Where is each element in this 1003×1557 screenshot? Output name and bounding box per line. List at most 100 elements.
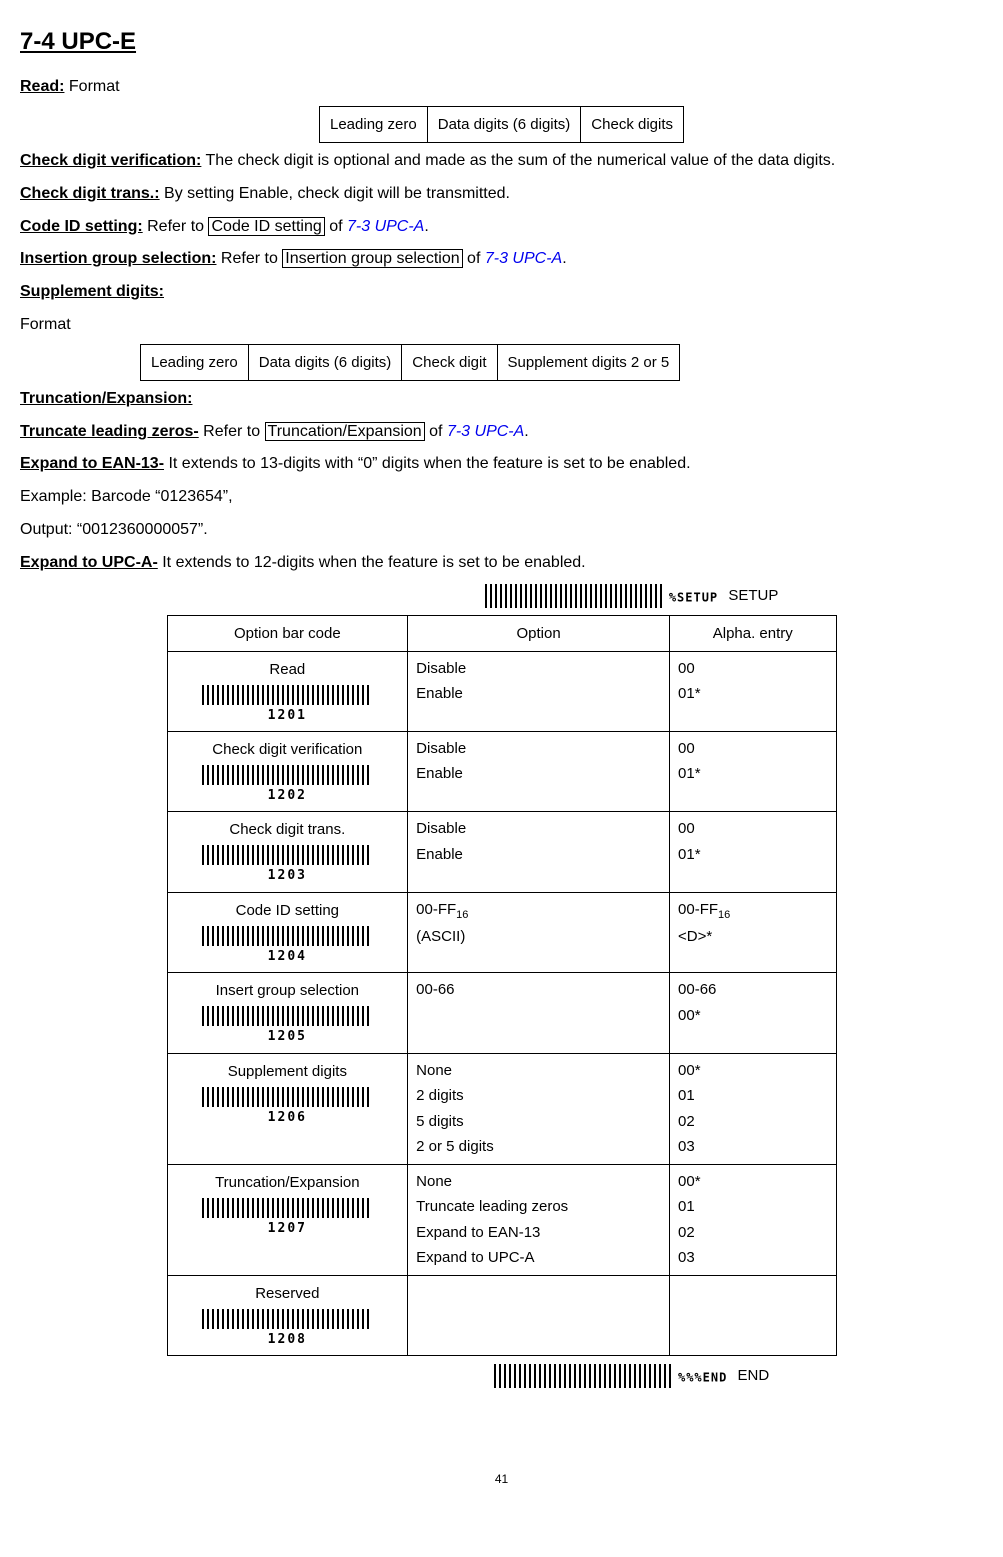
alpha-entry-cell: 0001* — [670, 812, 836, 892]
option-value: (ASCII) — [416, 924, 661, 950]
option-value: None — [416, 1169, 661, 1195]
option-value: Expand to EAN-13 — [416, 1220, 661, 1246]
barcode-icon — [202, 685, 372, 705]
option-value: Enable — [416, 681, 661, 707]
expupca-line: Expand to UPC-A- It extends to 12-digits… — [20, 549, 983, 578]
fmt1-c2: Data digits (6 digits) — [427, 106, 581, 142]
page-heading: 7-4 UPC-E — [20, 20, 983, 63]
insgrp-box: Insertion group selection — [282, 249, 462, 268]
option-value: Expand to UPC-A — [416, 1245, 661, 1271]
option-values-cell: None2 digits5 digits2 or 5 digits — [408, 1053, 670, 1164]
codeid-link[interactable]: 7-3 UPC-A — [347, 218, 424, 235]
fmt2-c4: Supplement digits 2 or 5 — [497, 344, 680, 380]
alpha-entry: 00 — [678, 656, 827, 682]
fmt2-c3: Check digit — [402, 344, 497, 380]
alpha-entry: 00* — [678, 1058, 827, 1084]
barcode-code: 1207 — [176, 1217, 400, 1240]
alpha-entry: 00-FF16 — [678, 897, 827, 925]
alpha-entry: 01* — [678, 842, 827, 868]
option-name: Read — [176, 656, 400, 683]
read-value: Format — [69, 78, 120, 95]
option-values-cell — [408, 1275, 670, 1355]
option-barcode-cell: Insert group selection1205 — [167, 973, 408, 1053]
barcode-icon — [202, 765, 372, 785]
table-row: Insert group selection120500-6600-6600* — [167, 973, 836, 1053]
alpha-entry: <D>* — [678, 924, 827, 950]
option-value: Truncate leading zeros — [416, 1194, 661, 1220]
codeid-mid: of — [325, 218, 347, 235]
fmt2-c1: Leading zero — [141, 344, 249, 380]
insgrp-pre: Refer to — [221, 250, 282, 267]
table-row: Supplement digits 1206 None2 digits5 digit… — [167, 1053, 836, 1164]
alpha-entry: 01 — [678, 1194, 827, 1220]
table-row: Truncation/Expansion1207NoneTruncate lea… — [167, 1164, 836, 1275]
barcode-icon — [494, 1364, 674, 1388]
barcode-code: 1203 — [176, 864, 400, 887]
barcode-icon — [202, 1087, 372, 1107]
table-row: Reserved 1208 — [167, 1275, 836, 1355]
insgrp-line: Insertion group selection: Refer to Inse… — [20, 245, 983, 274]
option-barcode-cell: Truncation/Expansion1207 — [167, 1164, 408, 1275]
option-value: Enable — [416, 761, 661, 787]
alpha-entry-cell: 00-FF16<D>* — [670, 892, 836, 972]
fmt2-c2: Data digits (6 digits) — [248, 344, 402, 380]
alpha-entry: 01* — [678, 761, 827, 787]
option-values-cell: DisableEnable — [408, 731, 670, 811]
alpha-entry-cell — [670, 1275, 836, 1355]
supp-format: Format — [20, 311, 983, 340]
option-value: Enable — [416, 842, 661, 868]
format-table-1: Leading zero Data digits (6 digits) Chec… — [319, 106, 684, 143]
option-value: Disable — [416, 656, 661, 682]
alpha-entry: 01 — [678, 1083, 827, 1109]
alpha-entry-cell: 0001* — [670, 651, 836, 731]
end-code: %%%END — [678, 1370, 727, 1384]
alpha-entry: 00 — [678, 736, 827, 762]
option-barcode-cell: Supplement digits 1206 — [167, 1053, 408, 1164]
th-barcode: Option bar code — [167, 615, 408, 651]
option-name: Code ID setting — [176, 897, 400, 924]
table-row: Read 1201 DisableEnable 0001* — [167, 651, 836, 731]
option-value: 00-FF16 — [416, 897, 661, 925]
trunc-link[interactable]: 7-3 UPC-A — [447, 423, 524, 440]
barcode-code: 1208 — [176, 1328, 400, 1351]
fmt1-c1: Leading zero — [320, 106, 428, 142]
barcode-icon — [202, 926, 372, 946]
barcode-code: 1206 — [176, 1106, 400, 1129]
codeid-period: . — [424, 218, 428, 235]
alpha-entry-cell: 0001* — [670, 731, 836, 811]
trunc-line: Truncate leading zeros- Refer to Truncat… — [20, 418, 983, 447]
option-values-cell: NoneTruncate leading zerosExpand to EAN-… — [408, 1164, 670, 1275]
barcode-icon — [202, 845, 372, 865]
supp-label: Supplement digits: — [20, 283, 164, 300]
end-label: END — [738, 1367, 770, 1384]
read-label: Read: — [20, 78, 64, 95]
trunc-mid: of — [425, 423, 447, 440]
alpha-entry: 03 — [678, 1134, 827, 1160]
table-row: Check digit verification1202DisableEnabl… — [167, 731, 836, 811]
codeid-label: Code ID setting: — [20, 218, 143, 235]
option-barcode-cell: Check digit trans. 1203 — [167, 812, 408, 892]
check-trans-text: By setting Enable, check digit will be t… — [164, 185, 510, 202]
barcode-code: 1204 — [176, 945, 400, 968]
format-table-2: Leading zero Data digits (6 digits) Chec… — [140, 344, 680, 381]
table-row: Check digit trans. 1203 DisableEnable 0001* — [167, 812, 836, 892]
barcode-code: 1201 — [176, 704, 400, 727]
setup-barcode-line: %SETUP SETUP — [280, 582, 983, 609]
page-number: 41 — [20, 1469, 983, 1491]
option-name: Check digit trans. — [176, 816, 400, 843]
insgrp-label: Insertion group selection: — [20, 250, 216, 267]
trunc-period: . — [524, 423, 528, 440]
barcode-icon — [485, 584, 665, 608]
check-trans-label: Check digit trans.: — [20, 185, 160, 202]
option-value: Disable — [416, 816, 661, 842]
expupca-text: It extends to 12-digits when the feature… — [162, 554, 585, 571]
option-name: Reserved — [176, 1280, 400, 1307]
table-row: Code ID setting120400-FF16(ASCII)00-FF16… — [167, 892, 836, 972]
insgrp-link[interactable]: 7-3 UPC-A — [485, 250, 562, 267]
option-name: Supplement digits — [176, 1058, 400, 1085]
fmt1-c3: Check digits — [581, 106, 684, 142]
alpha-entry-cell: 00*010203 — [670, 1164, 836, 1275]
option-value: 2 digits — [416, 1083, 661, 1109]
option-value: 5 digits — [416, 1109, 661, 1135]
barcode-icon — [202, 1006, 372, 1026]
